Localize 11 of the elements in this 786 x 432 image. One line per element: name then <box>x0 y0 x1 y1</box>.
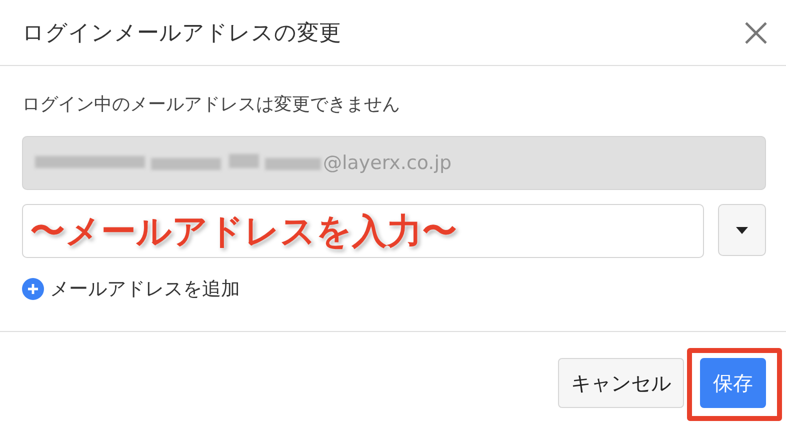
add-email-link[interactable]: メールアドレスを追加 <box>22 276 766 302</box>
plus-icon <box>22 278 44 300</box>
caret-icon <box>736 226 748 234</box>
annotation-text: 〜メールアドレスを入力〜 <box>30 211 457 254</box>
email-input-field[interactable]: 〜メールアドレスを入力〜 <box>22 204 704 258</box>
info-text: ログイン中のメールアドレスは変更できません <box>22 93 401 116</box>
cancel-button[interactable]: キャンセル <box>558 358 684 408</box>
current-email-field: @layerx.co.jp <box>22 136 766 190</box>
dialog-title: ログインメールアドレスの変更 <box>22 20 341 48</box>
close-icon[interactable] <box>744 20 768 44</box>
save-button[interactable]: 保存 <box>700 358 766 408</box>
